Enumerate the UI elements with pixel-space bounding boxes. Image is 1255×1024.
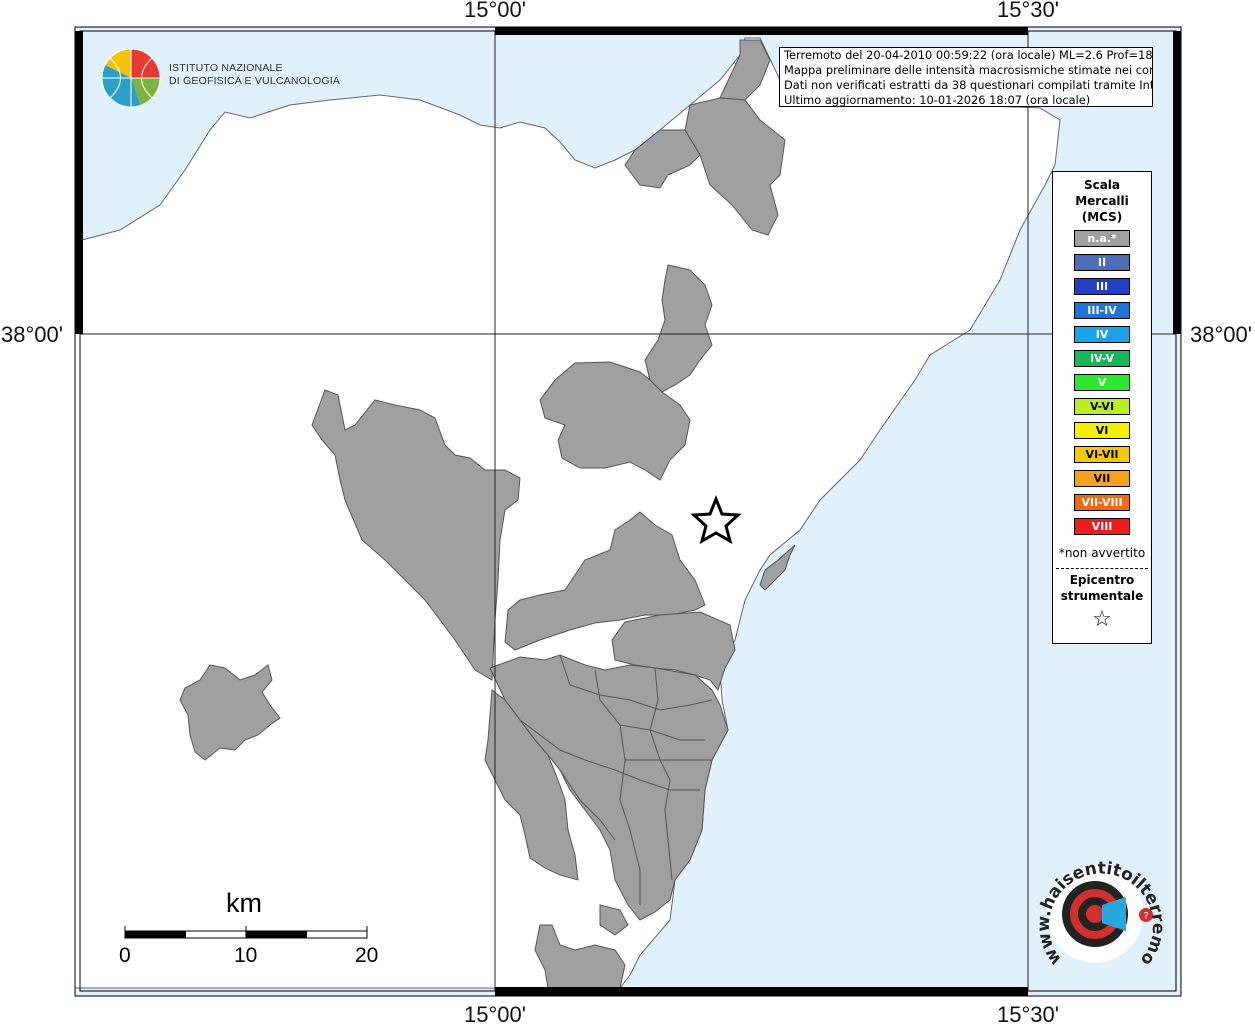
legend-swatch: VII	[1074, 470, 1130, 487]
legend-swatch: VI	[1074, 422, 1130, 439]
legend-swatch: IV-V	[1074, 350, 1130, 367]
legend-swatch: II	[1074, 254, 1130, 271]
legend-title-line-2: Mercalli	[1075, 194, 1129, 208]
legend-star-icon: ☆	[1092, 607, 1112, 632]
legend-epicenter-line-1: Epicentro	[1069, 573, 1135, 587]
legend-swatch: VIII	[1074, 518, 1130, 535]
legend-title-line-1: Scala	[1083, 178, 1121, 192]
mercalli-legend: Scala Mercalli (MCS) n.a.* II III III-IV IV I…	[1052, 171, 1152, 644]
logo-line-2: DI GEOFISICA E VULCANOLOGIA	[169, 75, 341, 87]
legend-swatch: n.a.*	[1074, 230, 1130, 247]
event-info-box: Terremoto del 20-04-2010 00:59:22 (ora l…	[779, 47, 1153, 107]
info-line-2: Mappa preliminare delle intensità macros…	[784, 63, 1153, 77]
legend-swatch: VI-VII	[1074, 446, 1130, 463]
legend-swatch: III-IV	[1074, 302, 1130, 319]
coord-label-right: 38°00'	[1190, 322, 1252, 347]
legend-swatch: IV	[1074, 326, 1130, 343]
logo-line-1: ISTITUTO NAZIONALE	[169, 62, 283, 74]
legend-title-line-3: (MCS)	[1081, 210, 1123, 224]
legend-epicenter-label: Epicentro strumentale	[1053, 572, 1151, 604]
info-line-3: Dati non verificati estratti da 38 quest…	[784, 78, 1153, 92]
legend-title: Scala Mercalli (MCS)	[1053, 177, 1151, 225]
legend-note: *non avvertito	[1058, 546, 1146, 560]
coord-label-left: 38°00'	[1, 322, 63, 347]
legend-epicenter-line-2: strumentale	[1060, 589, 1144, 603]
scale-tick-20: 20	[355, 944, 379, 967]
scale-tick-10: 10	[234, 944, 258, 967]
scale-tick-0: 0	[119, 944, 131, 967]
legend-swatch: V	[1074, 374, 1130, 391]
legend-swatch: V-VI	[1074, 398, 1130, 415]
coord-label-top-left: 15°00'	[464, 0, 526, 22]
legend-swatch: III	[1074, 278, 1130, 295]
legend-divider	[1056, 568, 1148, 569]
legend-swatch: VII-VIII	[1074, 494, 1130, 511]
coord-label-bottom-left: 15°00'	[464, 1002, 526, 1024]
info-line-1: Terremoto del 20-04-2010 00:59:22 (ora l…	[784, 48, 1153, 62]
scale-unit-label: km	[226, 888, 262, 918]
ingv-logo-icon	[101, 48, 161, 108]
info-line-4: Ultimo aggiornamento: 10-01-2026 18:07 (…	[784, 93, 1091, 107]
coord-label-top-right: 15°30'	[997, 0, 1059, 22]
coord-label-bottom-right: 15°30'	[997, 1002, 1059, 1024]
ingv-logo-text: ISTITUTO NAZIONALE DI GEOFISICA E VULCAN…	[169, 62, 340, 88]
